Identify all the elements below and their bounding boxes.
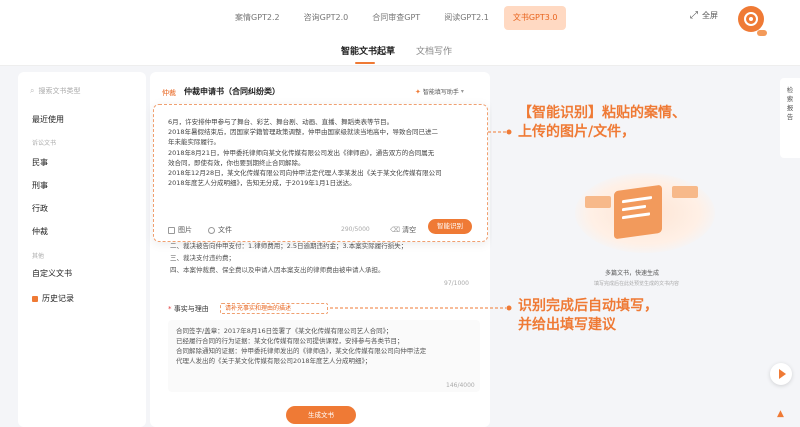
ai-helper-label: 智能填写助手 [422,89,459,96]
claims-char-counter: 97/1000 [444,280,469,287]
document-illustration-icon [614,184,662,240]
illustration-caption: 多篇文书，快速生成 [605,270,660,277]
illustration-tag-right [672,186,698,198]
sidebar: ⌕ 搜索文书类型 最近使用 诉讼文书 民事 刑事 行政 仲裁 其他 自定义文书 … [18,72,146,427]
facts-char-counter: 146/4000 [446,382,475,389]
annotation-smart-recognition: 【智能识别】粘贴的案情、 上传的图片/文件， [518,105,686,140]
fullscreen-button[interactable]: ⤢ 全屏 [690,10,718,21]
fullscreen-label: 全屏 [702,11,718,20]
clear-button[interactable]: ⌫ 清空 [390,225,416,235]
facts-label: * 事实与理由 [168,305,209,313]
tab-consult-gpt[interactable]: 咨询GPT2.0 [295,6,358,30]
sidebar-search[interactable]: ⌕ 搜索文书类型 [30,82,134,100]
illustration-tag-left [585,196,611,208]
tab-reading-gpt[interactable]: 阅读GPT2.1 [435,6,498,30]
sidebar-group-litigation: 诉讼文书 [32,140,57,147]
scroll-to-top-icon[interactable]: ▲ [777,409,784,419]
search-placeholder: 搜索文书类型 [38,87,81,95]
sidebar-item-history[interactable]: 历史记录 [32,293,74,304]
document-title: 仲裁申请书（合同纠纷类） [184,87,280,96]
generate-document-button[interactable]: 生成文书 [286,406,356,424]
pasted-case-text[interactable]: 6月，许安排仲甲参与了舞台、彩艺、舞台剧、动画、直播、舞蹈类表等节目。 2018… [168,117,478,188]
tab-document-writing[interactable]: 文档写作 [416,44,452,57]
rail-label: 检索报告 [786,86,794,121]
sidebar-item-arbitration[interactable]: 仲裁 [32,226,48,237]
claim-line: 三、裁决支付违约费； [170,254,235,262]
history-label: 历史记录 [42,294,74,303]
search-icon: ⌕ [30,86,35,95]
claim-line: 四、本案仲裁费、保全费以及申请人因本案支出的律师费由被申请人承担。 [170,266,385,274]
facts-textarea[interactable]: 合同签字/盖章：2017年8月16日签署了《某文化传媒有限公司艺人合同》； 已经… [168,320,480,392]
trash-icon: ⌫ [390,226,400,234]
product-tabs: 案情GPT2.2 咨询GPT2.0 合同审查GPT 阅读GPT2.1 文书GPT… [226,6,567,30]
file-icon [208,226,215,234]
sub-tabs: 智能文书起草 文档写作 [0,36,800,66]
sidebar-item-recent[interactable]: 最近使用 [32,114,64,125]
tab-case-gpt[interactable]: 案情GPT2.2 [226,6,289,30]
top-bar: 案情GPT2.2 咨询GPT2.0 合同审查GPT 阅读GPT2.1 文书GPT… [0,0,800,36]
claim-line: 二、裁决被告向仲甲支付：1.律师费用；2.5日逾期违约金；3.本案实际履行损失； [170,242,408,250]
sidebar-item-custom[interactable]: 自定义文书 [32,268,72,279]
upload-image-button[interactable]: 图片 [168,225,192,235]
chevron-down-icon: ▾ [460,88,464,95]
sidebar-item-criminal[interactable]: 刑事 [32,180,48,191]
upload-file-button[interactable]: 文件 [208,225,232,235]
category-label: 仲裁 [162,89,176,97]
sidebar-item-civil[interactable]: 民事 [32,157,48,168]
sidebar-group-other: 其他 [32,253,45,260]
smart-recognize-button[interactable]: 智能识别 [428,219,472,234]
tab-smart-drafting[interactable]: 智能文书起草 [341,44,395,57]
image-icon [168,226,175,234]
active-tab-indicator [355,62,375,64]
search-report-rail[interactable]: 检索报告 [780,78,800,158]
ai-helper-toggle[interactable]: ✦ 智能填写助手 ▾ [415,87,464,97]
play-video-button[interactable] [770,363,792,385]
facts-text: 合同签字/盖章：2017年8月16日签署了《某文化传媒有限公司艺人合同》； 已经… [176,327,427,365]
annotation-auto-fill: 识别完成后自动填写， 并给出填写建议 [518,298,658,333]
expand-icon: ⤢ [690,10,698,21]
facts-hint: 请补充事实和理由的描述 [220,303,328,314]
brand-logo-icon[interactable] [738,6,764,32]
paste-char-counter: 290/5000 [341,226,370,233]
illustration-subtext: 填写完成后在此处预览生成的文书内容 [594,281,680,287]
tab-contract-review-gpt[interactable]: 合同审查GPT [363,6,429,30]
sidebar-item-administrative[interactable]: 行政 [32,203,48,214]
history-icon [32,295,38,302]
play-icon [778,369,786,379]
sparkle-icon: ✦ [415,87,421,96]
page: 案情GPT2.2 咨询GPT2.0 合同审查GPT 阅读GPT2.1 文书GPT… [0,0,800,427]
tab-document-gpt[interactable]: 文书GPT3.0 [503,6,567,30]
